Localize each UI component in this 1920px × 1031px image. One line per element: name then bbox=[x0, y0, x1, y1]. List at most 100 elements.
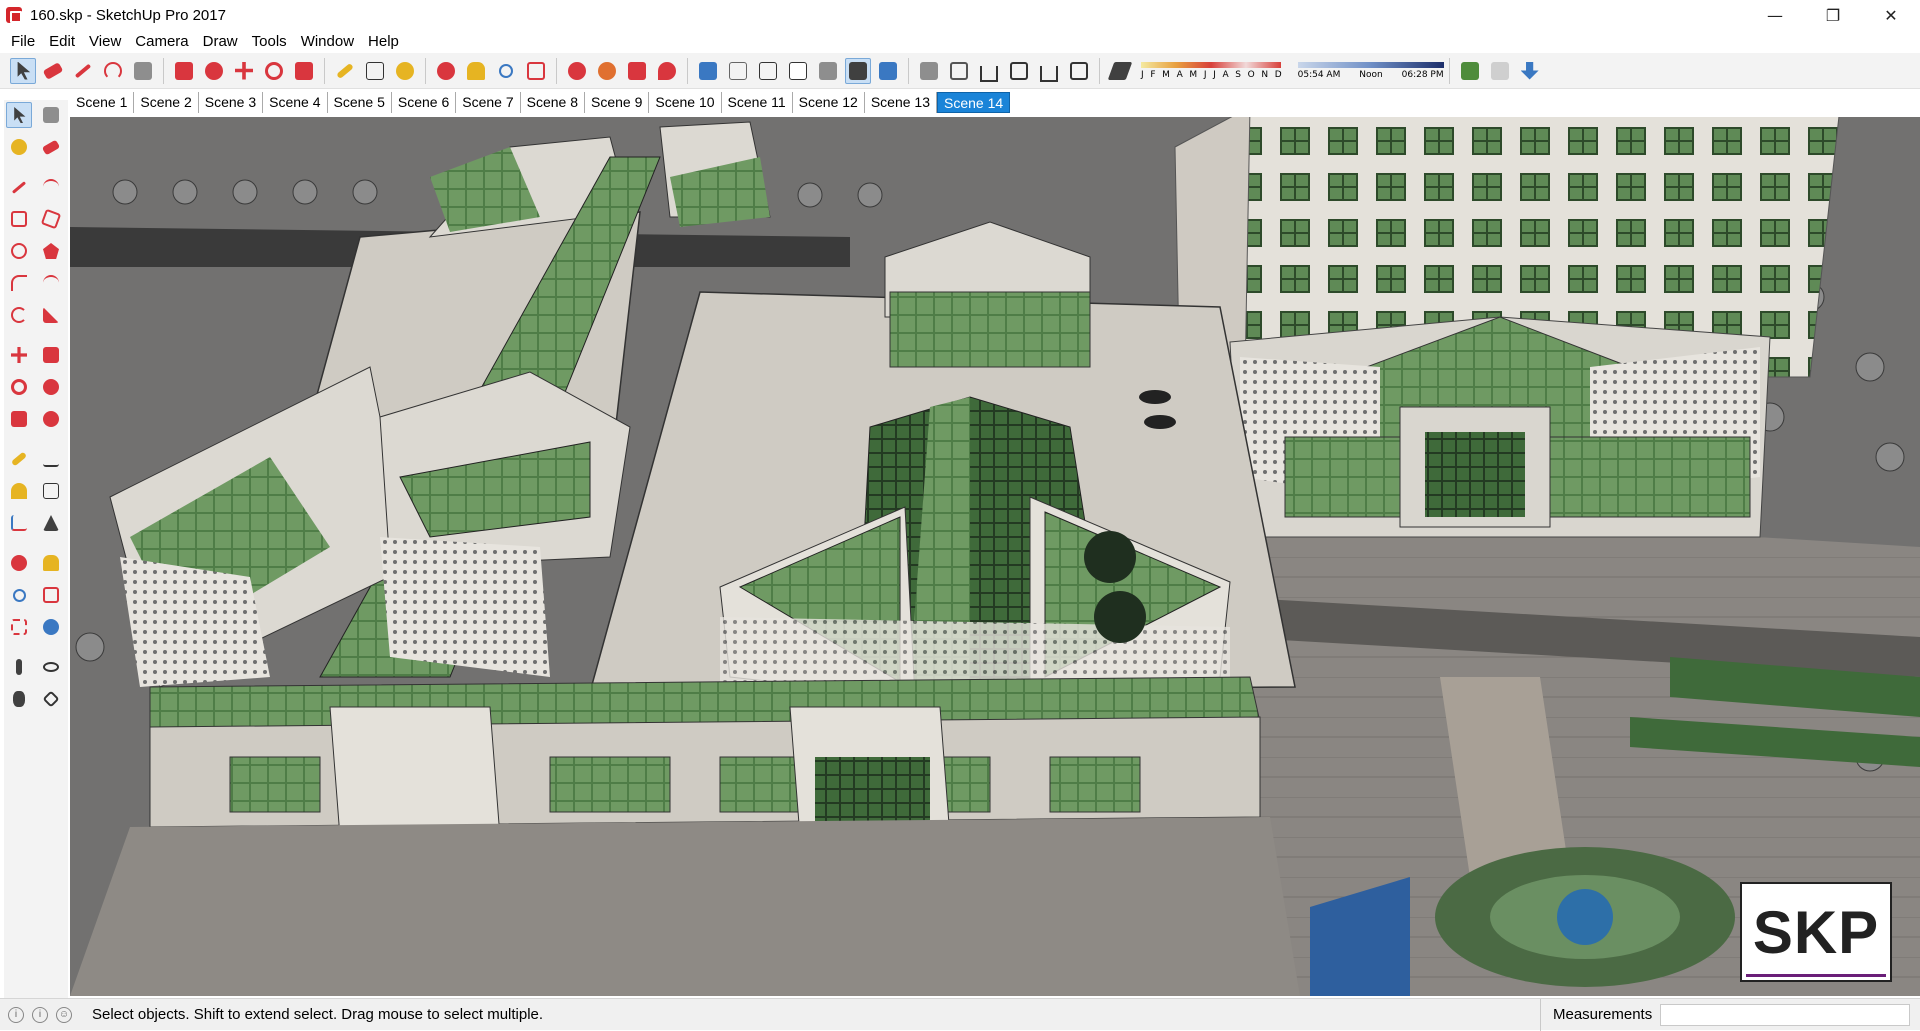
user-account-icon[interactable]: ☺ bbox=[56, 1006, 72, 1023]
walk-icon[interactable] bbox=[6, 686, 32, 712]
menu-view[interactable]: View bbox=[82, 33, 128, 50]
two-point-arc-icon[interactable] bbox=[38, 270, 64, 296]
select-tool-icon[interactable] bbox=[10, 57, 36, 84]
tab-scene-7[interactable]: Scene 7 bbox=[456, 92, 521, 113]
polygon-icon[interactable] bbox=[38, 238, 64, 264]
text-icon[interactable] bbox=[38, 478, 64, 504]
tab-scene-3[interactable]: Scene 3 bbox=[199, 92, 264, 113]
toggle-terrain-icon[interactable] bbox=[1487, 58, 1513, 84]
measurements-input[interactable] bbox=[1660, 1004, 1910, 1026]
shaded-textures-style-icon[interactable] bbox=[845, 57, 871, 84]
extension-warehouse-icon[interactable] bbox=[594, 58, 620, 84]
axes-icon[interactable] bbox=[6, 510, 32, 536]
tab-scene-5[interactable]: Scene 5 bbox=[328, 92, 392, 113]
zoom-icon[interactable] bbox=[493, 58, 519, 84]
geo-location-icon[interactable]: i bbox=[8, 1006, 24, 1023]
position-camera-icon[interactable] bbox=[6, 654, 32, 680]
arc-icon[interactable] bbox=[6, 270, 32, 296]
3d-text-icon[interactable] bbox=[38, 510, 64, 536]
menu-tools[interactable]: Tools bbox=[245, 33, 294, 50]
rotated-rectangle-icon[interactable] bbox=[38, 206, 64, 232]
warehouse-icon[interactable] bbox=[564, 58, 590, 84]
get-photo-texture-icon[interactable] bbox=[1517, 58, 1543, 84]
zoom-window-icon[interactable] bbox=[38, 582, 64, 608]
menu-draw[interactable]: Draw bbox=[196, 33, 245, 50]
close-button[interactable]: ✕ bbox=[1862, 0, 1920, 30]
shadow-time-slider[interactable]: 05:54 AM Noon 06:28 PM bbox=[1297, 61, 1444, 80]
look-around-icon[interactable] bbox=[38, 654, 64, 680]
tab-scene-12[interactable]: Scene 12 bbox=[793, 92, 865, 113]
top-view-icon[interactable] bbox=[946, 58, 972, 84]
tab-scene-1[interactable]: Scene 1 bbox=[70, 92, 135, 113]
make-component-icon[interactable] bbox=[38, 102, 64, 128]
share-model-icon[interactable] bbox=[624, 58, 650, 84]
tab-scene-2[interactable]: Scene 2 bbox=[134, 92, 199, 113]
shadows-toggle-icon[interactable] bbox=[1107, 58, 1133, 84]
line-icon[interactable] bbox=[6, 174, 32, 200]
offset-icon[interactable] bbox=[38, 406, 64, 432]
tape-measure-icon[interactable] bbox=[6, 446, 32, 472]
tab-scene-9[interactable]: Scene 9 bbox=[585, 92, 650, 113]
tab-scene-4[interactable]: Scene 4 bbox=[263, 92, 328, 113]
iso-view-icon[interactable] bbox=[916, 58, 942, 84]
front-view-icon[interactable] bbox=[976, 58, 1002, 84]
tab-scene-11[interactable]: Scene 11 bbox=[722, 92, 793, 113]
tab-scene-14[interactable]: Scene 14 bbox=[937, 92, 1011, 113]
shaded-style-icon[interactable] bbox=[815, 58, 841, 84]
rectangle-icon[interactable] bbox=[6, 206, 32, 232]
pie-icon[interactable] bbox=[38, 302, 64, 328]
wireframe-style-icon[interactable] bbox=[755, 58, 781, 84]
back-edges-style-icon[interactable] bbox=[725, 58, 751, 84]
menu-file[interactable]: File bbox=[4, 33, 42, 50]
tab-scene-10[interactable]: Scene 10 bbox=[649, 92, 722, 113]
paint-bucket-icon[interactable] bbox=[6, 134, 32, 160]
menu-help[interactable]: Help bbox=[361, 33, 406, 50]
monochrome-style-icon[interactable] bbox=[875, 58, 901, 84]
zoom-extents-icon[interactable] bbox=[6, 614, 32, 640]
previous-view-icon[interactable] bbox=[38, 614, 64, 640]
eraser-icon[interactable] bbox=[38, 134, 64, 160]
rectangle-tool-icon[interactable] bbox=[130, 58, 156, 84]
orbit-icon[interactable] bbox=[6, 550, 32, 576]
maximize-button[interactable]: ❐ bbox=[1804, 0, 1862, 30]
orbit-icon[interactable] bbox=[433, 58, 459, 84]
circle-icon[interactable] bbox=[6, 238, 32, 264]
rotate-icon[interactable] bbox=[261, 58, 287, 84]
move-icon[interactable] bbox=[231, 58, 257, 84]
left-view-icon[interactable] bbox=[1066, 58, 1092, 84]
shadow-month-slider[interactable]: J F M A M J J A S O N D bbox=[1141, 61, 1284, 80]
pencil-line-icon[interactable] bbox=[70, 58, 96, 84]
tab-scene-13[interactable]: Scene 13 bbox=[865, 92, 938, 113]
freehand-icon[interactable] bbox=[38, 174, 64, 200]
month-slider-track[interactable] bbox=[1141, 61, 1281, 68]
move-icon[interactable] bbox=[6, 342, 32, 368]
select-icon[interactable] bbox=[6, 102, 32, 128]
right-view-icon[interactable] bbox=[1006, 58, 1032, 84]
credits-icon[interactable]: i bbox=[32, 1006, 48, 1023]
arc-tool-icon[interactable] bbox=[100, 58, 126, 84]
time-slider-track[interactable] bbox=[1297, 61, 1444, 68]
back-view-icon[interactable] bbox=[1036, 58, 1062, 84]
xray-style-icon[interactable] bbox=[695, 58, 721, 84]
minimize-button[interactable]: — bbox=[1746, 0, 1804, 30]
eraser-icon[interactable] bbox=[40, 58, 66, 84]
tape-measure-icon[interactable] bbox=[332, 58, 358, 84]
dimension-icon[interactable] bbox=[38, 446, 64, 472]
protractor-icon[interactable] bbox=[6, 478, 32, 504]
menu-window[interactable]: Window bbox=[294, 33, 361, 50]
scale-icon[interactable] bbox=[291, 58, 317, 84]
rotate-icon[interactable] bbox=[6, 374, 32, 400]
model-viewport[interactable]: SKP bbox=[70, 117, 1920, 996]
push-pull-icon[interactable] bbox=[38, 342, 64, 368]
tab-scene-6[interactable]: Scene 6 bbox=[392, 92, 457, 113]
pan-icon[interactable] bbox=[463, 58, 489, 84]
extension-manager-icon[interactable] bbox=[654, 58, 680, 84]
follow-me-icon[interactable] bbox=[201, 58, 227, 84]
section-plane-icon[interactable] bbox=[38, 686, 64, 712]
scale-icon[interactable] bbox=[6, 406, 32, 432]
add-location-icon[interactable] bbox=[1457, 58, 1483, 84]
hidden-line-style-icon[interactable] bbox=[785, 58, 811, 84]
text-tool-icon[interactable] bbox=[362, 58, 388, 84]
paint-bucket-icon[interactable] bbox=[392, 58, 418, 84]
menu-camera[interactable]: Camera bbox=[128, 33, 195, 50]
